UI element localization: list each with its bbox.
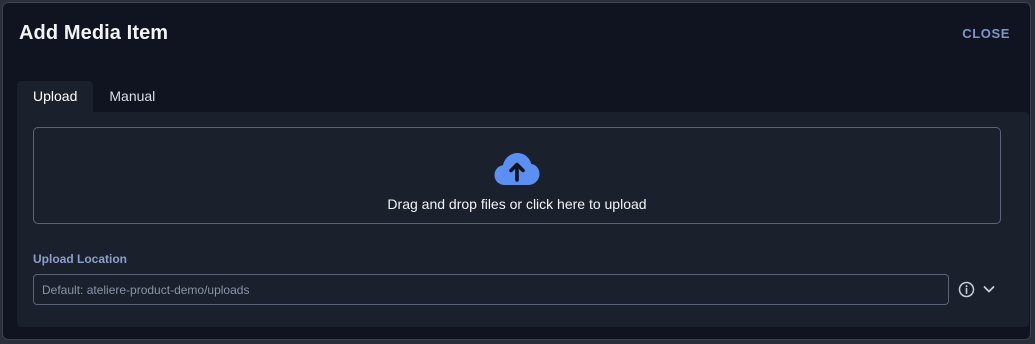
close-button[interactable]: CLOSE: [962, 26, 1010, 41]
upload-panel: Drag and drop files or click here to upl…: [17, 112, 1029, 327]
cloud-upload-icon: [494, 153, 540, 185]
chevron-down-icon[interactable]: [982, 282, 996, 296]
tab-manual[interactable]: Manual: [93, 81, 171, 112]
upload-dropzone[interactable]: Drag and drop files or click here to upl…: [33, 127, 1001, 224]
dialog-header: Add Media Item CLOSE: [3, 3, 1030, 69]
add-media-dialog: Add Media Item CLOSE Upload Manual Drag …: [2, 2, 1031, 340]
info-icon[interactable]: [958, 281, 975, 298]
dialog-title: Add Media Item: [19, 22, 169, 44]
upload-location-input[interactable]: [33, 274, 949, 305]
tab-bar: Upload Manual: [17, 81, 171, 112]
tab-upload[interactable]: Upload: [17, 81, 94, 112]
upload-location-label: Upload Location: [33, 252, 127, 266]
dropzone-text: Drag and drop files or click here to upl…: [387, 196, 647, 212]
